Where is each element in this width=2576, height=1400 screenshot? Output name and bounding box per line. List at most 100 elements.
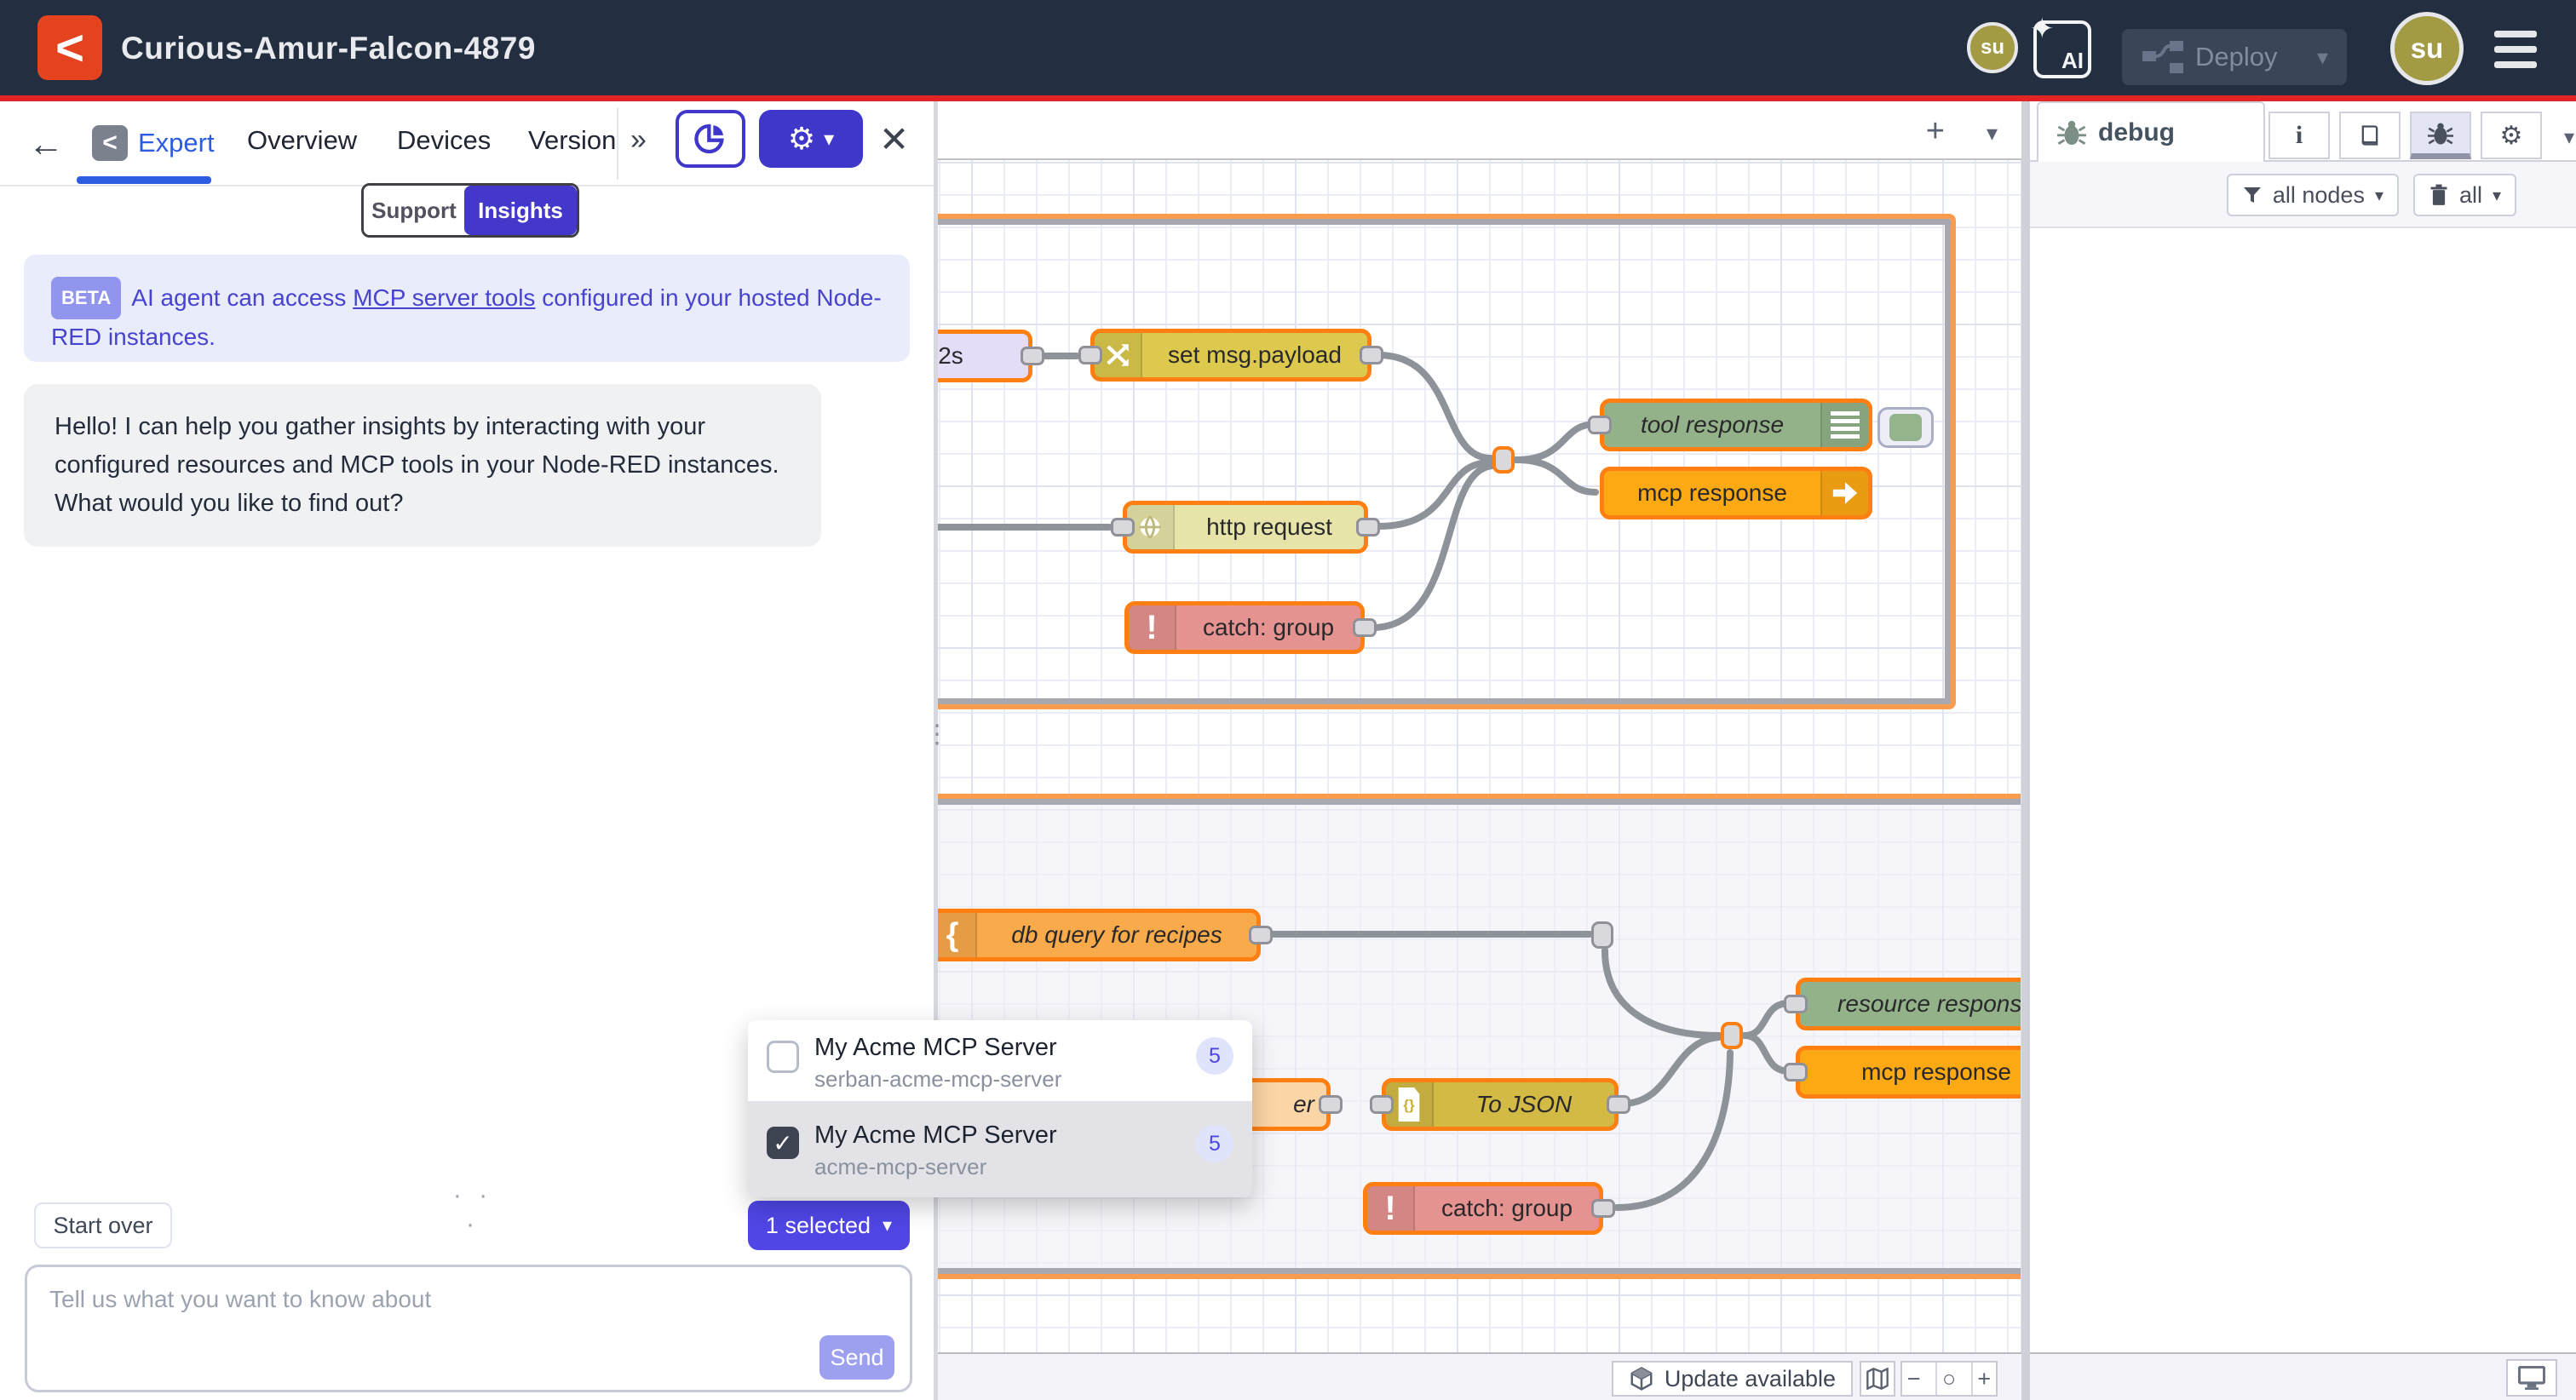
filter-nodes-dropdown[interactable]: all nodes ▾ (2227, 174, 2399, 216)
debug-tab-icon[interactable] (2410, 112, 2471, 159)
node-db-query[interactable]: { db query for recipes (938, 909, 1261, 961)
clear-all-dropdown[interactable]: all ▾ (2413, 174, 2516, 216)
panel-divider[interactable] (934, 101, 938, 1400)
help-tab-icon[interactable] (2339, 112, 2401, 159)
debug-enable-toggle[interactable] (1877, 407, 1934, 448)
composer: Send (25, 1265, 912, 1392)
input-port[interactable] (1784, 995, 1808, 1013)
list-item[interactable]: My Acme MCP Server serban-acme-mcp-serve… (748, 1020, 1252, 1101)
panel-drag-handle[interactable]: ⋮ (924, 726, 936, 744)
update-available-button[interactable]: Update available (1612, 1361, 1853, 1397)
info-tab-icon[interactable]: i (2268, 112, 2330, 159)
avatar-large[interactable]: su (2390, 12, 2464, 85)
input-port[interactable] (1588, 416, 1612, 434)
cube-icon (1629, 1366, 1654, 1391)
output-port[interactable] (1607, 1095, 1630, 1114)
output-port[interactable] (1353, 618, 1377, 637)
gear-icon: ⚙ (788, 121, 815, 157)
debug-sidebar: debug i ⚙ ▾ all nodes ▾ all ▾ (2030, 101, 2576, 1400)
junction-node[interactable] (1721, 1022, 1743, 1049)
output-port[interactable] (1021, 347, 1044, 365)
list-item[interactable]: ✓ My Acme MCP Server acme-mcp-server 5 (748, 1101, 1252, 1197)
exclamation-icon: ! (1129, 605, 1176, 650)
assistant-panel: ← < Expert Overview Devices Version » ⚙ … (0, 101, 934, 1400)
caret-down-icon: ▾ (2375, 185, 2383, 206)
selected-servers-dropdown[interactable]: 1 selected ▾ (748, 1201, 910, 1250)
sidebar-footer (2030, 1352, 2576, 1400)
bug-icon (2057, 119, 2086, 146)
sidebar-overflow-caret-icon[interactable]: ▾ (2564, 125, 2574, 150)
exclamation-icon: ! (1367, 1186, 1415, 1231)
tab-expert[interactable]: < Expert (92, 125, 215, 161)
deploy-button[interactable]: Deploy ▾ (2122, 29, 2347, 85)
tab-overflow-icon[interactable]: » (630, 123, 647, 157)
add-flow-icon[interactable]: + (1926, 113, 1945, 150)
start-over-button[interactable]: Start over (34, 1202, 172, 1248)
minimap-button[interactable] (1860, 1361, 1895, 1397)
flowfuse-logo-icon[interactable]: < (37, 15, 102, 80)
output-port[interactable] (1249, 926, 1273, 944)
count-badge: 5 (1196, 1125, 1233, 1162)
output-port[interactable] (1319, 1095, 1343, 1114)
top-navbar: < Curious-Amur-Falcon-4879 su ✦ AI Deplo… (0, 0, 2576, 95)
open-in-window-button[interactable] (2506, 1359, 2557, 1397)
mcp-server-tools-link[interactable]: MCP server tools (353, 284, 535, 311)
tab-debug[interactable]: debug (2037, 101, 2265, 162)
input-port[interactable] (1078, 346, 1102, 364)
node-set-msg-payload[interactable]: set msg.payload (1090, 329, 1371, 382)
toggle-insights[interactable]: Insights (464, 186, 577, 235)
flow-list-caret-icon[interactable]: ▾ (1987, 120, 1998, 146)
flow-workspace[interactable]: 2s set msg.payload http request ! (938, 101, 2021, 1400)
link-out-arrow-icon (1820, 471, 1868, 515)
deploy-caret-icon[interactable]: ▾ (2317, 44, 2328, 71)
tab-devices[interactable]: Devices (397, 125, 491, 156)
map-icon (1866, 1368, 1889, 1390)
beta-badge: BETA (51, 277, 121, 319)
zoom-out-icon[interactable]: − (1902, 1363, 1925, 1395)
tab-overview[interactable]: Overview (247, 125, 357, 156)
input-port[interactable] (1111, 518, 1135, 536)
output-port[interactable] (1356, 518, 1380, 536)
node-mcp-response-top[interactable]: mcp response (1600, 467, 1872, 519)
settings-dropdown-button[interactable]: ⚙ ▾ (759, 110, 863, 168)
avatar-small[interactable]: su (1967, 22, 2018, 73)
checkbox-checked[interactable]: ✓ (767, 1127, 799, 1159)
chevron-down-icon: ▾ (883, 1214, 892, 1236)
hamburger-menu-icon[interactable] (2494, 31, 2537, 68)
node-catch-group-top[interactable]: ! catch: group (1124, 601, 1365, 654)
support-insights-toggle[interactable]: Support Insights (361, 183, 579, 238)
assistant-tabbar: ← < Expert Overview Devices Version » ⚙ … (0, 101, 934, 186)
send-button[interactable]: Send (819, 1335, 894, 1380)
node-resource-response[interactable]: resource response (1796, 978, 2021, 1030)
zoom-reset-icon[interactable]: ○ (1935, 1363, 1960, 1395)
close-icon[interactable]: ✕ (879, 118, 909, 160)
flow-canvas[interactable]: 2s set msg.payload http request ! (938, 101, 2021, 1400)
node-inject-2s[interactable]: 2s (938, 330, 1032, 382)
node-to-json[interactable]: {} To JSON (1382, 1078, 1619, 1131)
zoom-controls[interactable]: −○ + (1900, 1361, 1998, 1397)
checkbox-unchecked[interactable] (767, 1041, 799, 1073)
prompt-input[interactable] (49, 1286, 782, 1371)
beta-notice: BETAAI agent can access MCP server tools… (24, 255, 910, 362)
output-port[interactable] (1360, 346, 1383, 364)
junction-node[interactable] (1492, 446, 1515, 473)
resize-dots-handle[interactable]: · · · (443, 1181, 503, 1239)
node-http-request[interactable]: http request (1123, 501, 1368, 554)
junction-node[interactable] (1591, 921, 1613, 949)
sidebar-splitter[interactable] (2021, 101, 2030, 1400)
node-mcp-response-bottom[interactable]: mcp response (1796, 1046, 2021, 1099)
funnel-icon (2242, 185, 2263, 205)
zoom-in-icon[interactable]: + (1971, 1363, 1996, 1395)
input-port[interactable] (1784, 1063, 1808, 1082)
node-catch-group-bottom[interactable]: ! catch: group (1363, 1182, 1603, 1235)
tab-version[interactable]: Version (528, 125, 616, 156)
insights-pie-button[interactable] (676, 110, 745, 168)
caret-down-icon: ▾ (824, 127, 834, 152)
toggle-support[interactable]: Support (364, 186, 464, 235)
input-port[interactable] (1370, 1095, 1394, 1114)
back-arrow-icon[interactable]: ← (22, 120, 70, 168)
ai-assistant-icon[interactable]: ✦ AI (2033, 20, 2091, 78)
node-tool-response[interactable]: tool response (1600, 399, 1872, 451)
output-port[interactable] (1591, 1199, 1615, 1218)
settings-tab-icon[interactable]: ⚙ (2481, 112, 2542, 159)
